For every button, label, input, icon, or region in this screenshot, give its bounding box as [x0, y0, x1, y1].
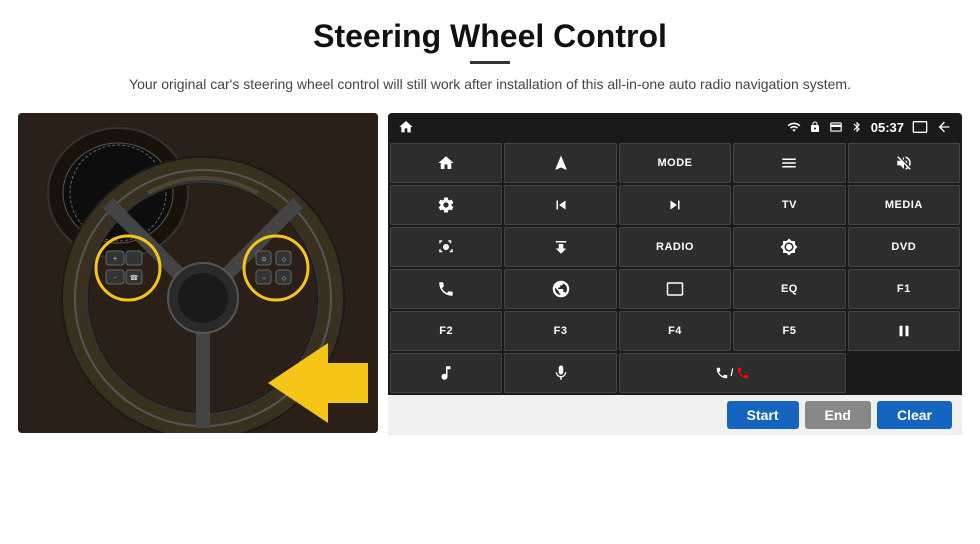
btn-settings[interactable] [390, 185, 502, 225]
page-subtitle: Your original car's steering wheel contr… [40, 74, 940, 95]
status-bar-left [398, 119, 414, 135]
bluetooth-icon [851, 121, 863, 133]
status-bar: 05:37 [388, 113, 962, 141]
btn-f1[interactable]: F1 [848, 269, 960, 309]
btn-f4[interactable]: F4 [619, 311, 731, 351]
action-bar: Start End Clear [388, 395, 962, 435]
clear-button[interactable]: Clear [877, 401, 952, 429]
btn-nav[interactable] [504, 143, 616, 183]
start-button[interactable]: Start [727, 401, 799, 429]
title-divider [470, 61, 510, 64]
lock-icon [809, 121, 821, 133]
content-area: 120 + - ♪ [0, 113, 980, 435]
btn-phone[interactable] [390, 269, 502, 309]
btn-radio[interactable]: RADIO [619, 227, 731, 267]
home-status-icon [398, 119, 414, 135]
control-panel: 05:37 MODE [388, 113, 962, 435]
status-time: 05:37 [871, 120, 904, 135]
wifi-icon [787, 120, 801, 134]
btn-media[interactable]: MEDIA [848, 185, 960, 225]
btn-brightness[interactable] [733, 227, 845, 267]
btn-f5[interactable]: F5 [733, 311, 845, 351]
btn-eject[interactable] [504, 227, 616, 267]
page-title: Steering Wheel Control [40, 18, 940, 55]
steering-wheel-image: 120 + - ♪ [18, 113, 378, 433]
svg-text:+: + [113, 256, 117, 263]
card-icon [829, 120, 843, 134]
screen-mirror-icon [912, 119, 928, 135]
btn-phonecall[interactable]: / [619, 353, 846, 393]
btn-tv[interactable]: TV [733, 185, 845, 225]
svg-text:◇: ◇ [282, 257, 287, 263]
svg-text:⊙: ⊙ [261, 257, 266, 263]
btn-playpause[interactable] [848, 311, 960, 351]
btn-mute[interactable] [848, 143, 960, 183]
btn-next[interactable] [619, 185, 731, 225]
btn-menu[interactable] [733, 143, 845, 183]
btn-mic[interactable] [504, 353, 616, 393]
btn-f3[interactable]: F3 [504, 311, 616, 351]
btn-eq[interactable]: EQ [733, 269, 845, 309]
btn-home[interactable] [390, 143, 502, 183]
btn-browser[interactable] [504, 269, 616, 309]
btn-prev[interactable] [504, 185, 616, 225]
svg-text:○: ○ [262, 276, 266, 282]
end-button[interactable]: End [805, 401, 871, 429]
btn-dvd[interactable]: DVD [848, 227, 960, 267]
btn-f2[interactable]: F2 [390, 311, 502, 351]
button-grid: MODE TV MEDIA [388, 141, 962, 395]
svg-text:◇: ◇ [282, 276, 287, 282]
btn-mode[interactable]: MODE [619, 143, 731, 183]
back-icon [936, 119, 952, 135]
page-header: Steering Wheel Control Your original car… [0, 0, 980, 105]
btn-music[interactable] [390, 353, 502, 393]
btn-cam360[interactable] [390, 227, 502, 267]
btn-screen[interactable] [619, 269, 731, 309]
svg-text:☎: ☎ [130, 274, 139, 282]
status-bar-right: 05:37 [787, 119, 952, 135]
